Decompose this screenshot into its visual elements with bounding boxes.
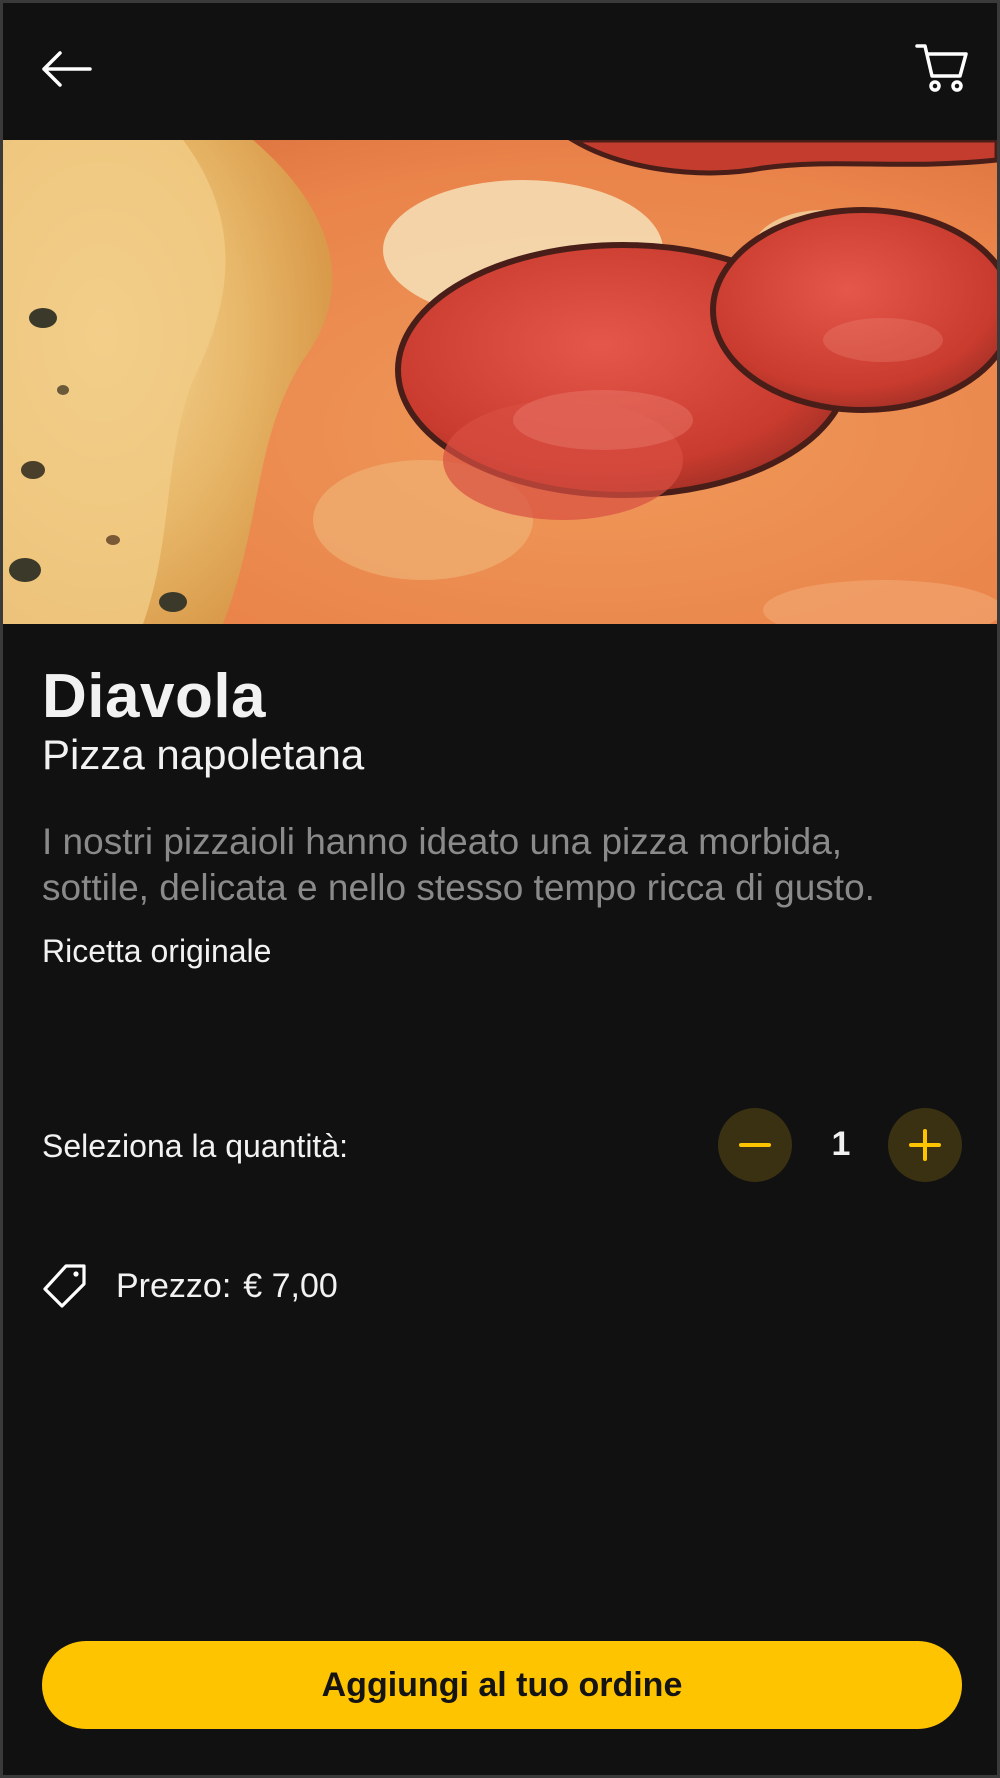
back-button[interactable] xyxy=(37,43,95,95)
product-name: Diavola xyxy=(42,662,267,731)
product-description: I nostri pizzaioli hanno ideato una pizz… xyxy=(42,821,875,908)
price-value: € 7,00 xyxy=(243,1266,338,1305)
quantity-value: 1 xyxy=(831,1125,851,1163)
quantity-selector: Seleziona la quantità: 1 xyxy=(42,1108,962,1184)
pizza-photo xyxy=(3,140,997,624)
tag-icon xyxy=(43,1264,86,1308)
increase-quantity-button[interactable] xyxy=(888,1108,962,1182)
product-category: Pizza napoletana xyxy=(42,731,365,778)
price-row: Prezzo: € 7,00 xyxy=(42,1258,338,1314)
cart-icon xyxy=(915,44,968,92)
add-to-order-button[interactable]: Aggiungi al tuo ordine xyxy=(42,1641,962,1729)
price-label: Prezzo: xyxy=(116,1266,232,1305)
minus-icon xyxy=(739,1143,771,1147)
quantity-label: Seleziona la quantità: xyxy=(42,1128,348,1164)
app-screen: Diavola Pizza napoletana I nostri pizzai… xyxy=(0,0,1000,1778)
arrow-left-icon xyxy=(42,51,92,87)
product-note: Ricetta originale xyxy=(42,933,272,969)
plus-icon xyxy=(909,1129,941,1161)
cart-button[interactable] xyxy=(913,39,971,97)
product-image xyxy=(3,140,997,624)
top-bar xyxy=(3,3,997,140)
decrease-quantity-button[interactable] xyxy=(718,1108,792,1182)
product-details: Diavola Pizza napoletana I nostri pizzai… xyxy=(42,661,962,971)
